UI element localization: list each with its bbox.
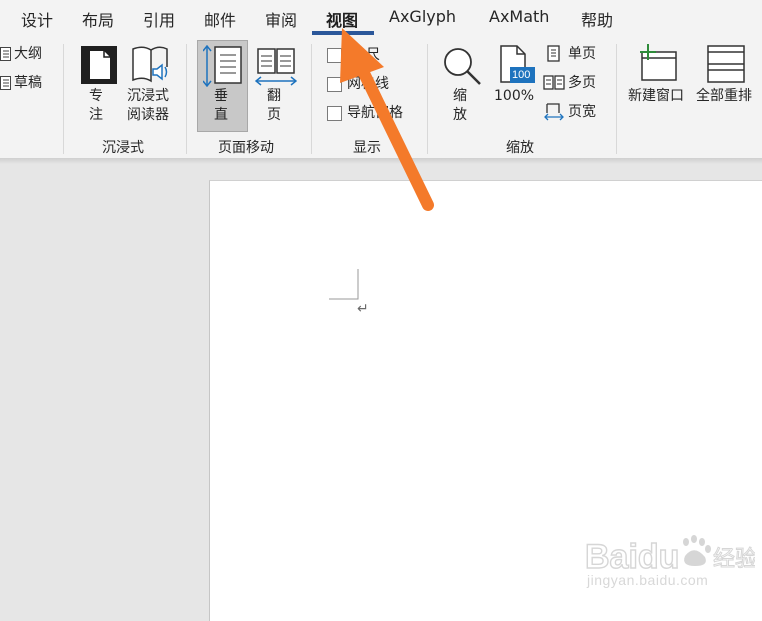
tab-references[interactable]: 引用	[143, 7, 175, 31]
arrange-all-button[interactable]: 全部重排	[696, 87, 752, 106]
focus-label-line1: 专	[89, 88, 103, 104]
group-separator	[311, 44, 312, 154]
annotation-arrow	[340, 28, 434, 211]
new-window-icon	[640, 44, 677, 81]
focus-button[interactable]: 专 注	[89, 87, 103, 125]
vertical-button[interactable]: 垂 直	[214, 87, 228, 125]
immersive-reader-icon	[132, 46, 168, 83]
outline-view-button[interactable]: 大纲	[14, 45, 42, 63]
immersive-reader-line1: 沉浸式	[127, 88, 169, 104]
draft-view-button[interactable]: 草稿	[14, 74, 42, 92]
zoom-button[interactable]: 缩 放	[453, 87, 467, 125]
tab-axglyph[interactable]: AxGlyph	[389, 7, 456, 26]
hundred-percent-button[interactable]: 100%	[494, 87, 534, 106]
side-to-side-icon	[255, 48, 297, 86]
tab-design[interactable]: 设计	[21, 7, 53, 31]
page-width-button[interactable]: 页宽	[568, 103, 596, 121]
paragraph-mark: ↵	[357, 301, 369, 317]
outline-view-icon	[0, 47, 11, 61]
vertical-scroll-icon	[203, 45, 242, 87]
margin-corner-marker	[329, 269, 359, 300]
immersive-reader-button[interactable]: 沉浸式 阅读器	[127, 87, 169, 125]
baidu-watermark-logo: Baidu 经验	[585, 535, 755, 577]
watermark-product: 经验	[713, 547, 755, 572]
side-label-line2: 页	[267, 107, 281, 123]
group-separator	[63, 44, 64, 154]
new-window-button[interactable]: 新建窗口	[628, 87, 684, 106]
focus-icon	[81, 46, 117, 84]
watermark-brand: Baidu	[585, 538, 679, 576]
hundred-badge: 100	[512, 69, 531, 81]
tab-help[interactable]: 帮助	[581, 7, 613, 31]
vertical-label-line2: 直	[214, 107, 228, 123]
group-separator	[616, 44, 617, 154]
arrange-all-icon	[707, 45, 745, 83]
one-page-button[interactable]: 单页	[568, 45, 596, 63]
group-separator	[186, 44, 187, 154]
multiple-pages-icon	[543, 75, 565, 90]
multiple-pages-button[interactable]: 多页	[568, 74, 596, 92]
zoom-group-label: 缩放	[506, 140, 534, 156]
one-page-icon	[547, 45, 560, 62]
vertical-label-line1: 垂	[214, 88, 228, 104]
watermark-url: jingyan.baidu.com	[587, 572, 709, 588]
tab-layout[interactable]: 布局	[82, 7, 114, 31]
immersive-reader-line2: 阅读器	[127, 107, 169, 123]
tab-review[interactable]: 审阅	[265, 7, 297, 31]
zoom-label-line1: 缩	[453, 88, 467, 104]
page-width-icon	[544, 103, 564, 121]
draft-view-icon	[0, 76, 11, 90]
focus-label-line2: 注	[89, 107, 103, 123]
side-to-side-button[interactable]: 翻 页	[267, 87, 281, 125]
zoom-label-line2: 放	[453, 107, 467, 123]
side-label-line1: 翻	[267, 88, 281, 104]
tab-axmath[interactable]: AxMath	[489, 7, 549, 26]
page-movement-group-label: 页面移动	[218, 140, 274, 156]
zoom-magnifier-icon	[444, 48, 481, 85]
immersive-group-label: 沉浸式	[102, 140, 144, 156]
tab-mailings[interactable]: 邮件	[204, 7, 236, 31]
